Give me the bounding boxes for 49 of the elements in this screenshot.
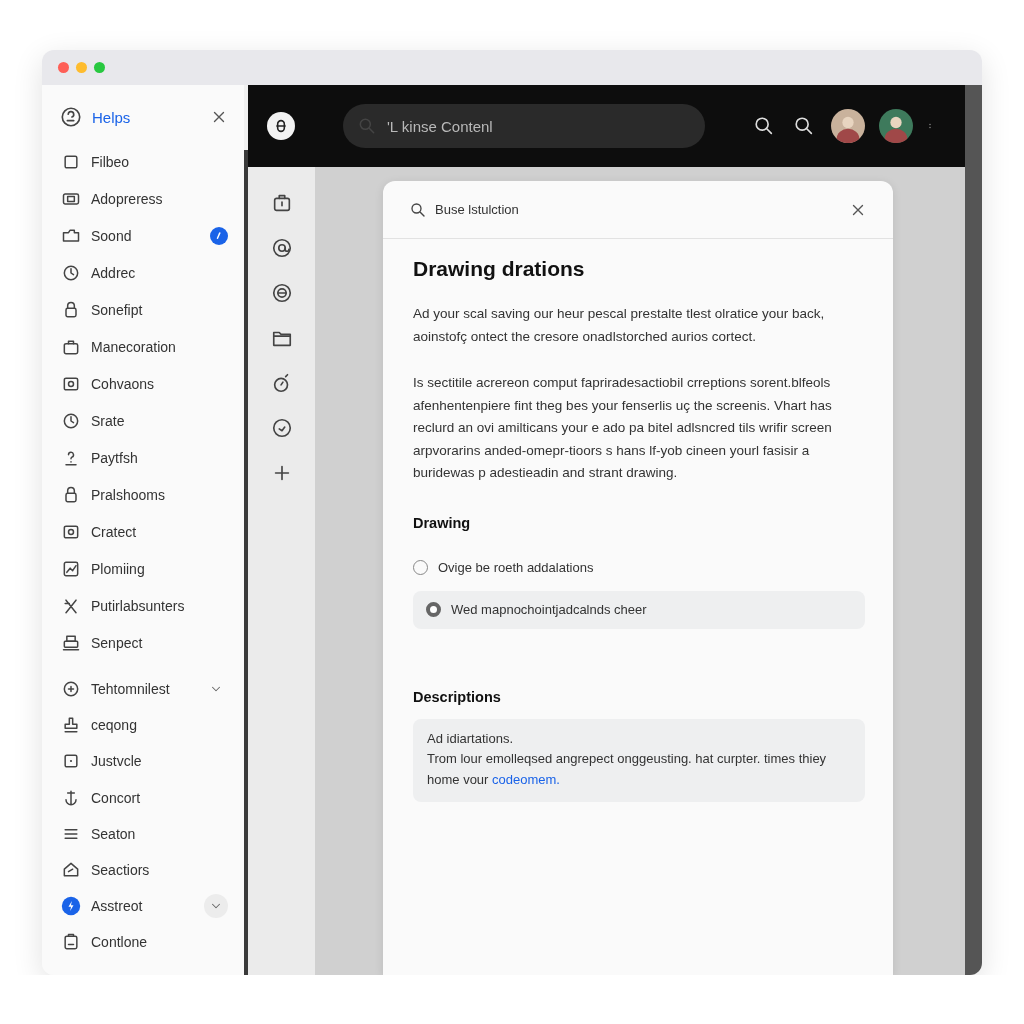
description-text: Ad idiartations. bbox=[427, 729, 514, 748]
globe-icon[interactable] bbox=[270, 282, 293, 304]
search-field[interactable]: Buse lstulction bbox=[433, 201, 847, 218]
logo-button[interactable] bbox=[267, 112, 295, 140]
sidebar-item[interactable]: Manecoration bbox=[42, 328, 244, 365]
link[interactable]: codeomem. bbox=[492, 771, 560, 787]
sidebar-item[interactable]: Soond bbox=[42, 217, 244, 254]
sidebar-item[interactable]: Tehtomnilest bbox=[42, 671, 244, 708]
section-heading: Descriptions bbox=[413, 688, 502, 705]
scrollbar[interactable] bbox=[244, 85, 248, 975]
paragraph: Is sectitile acrereon comput fapriradesactiobil crreptions sorent.blfeols afenhentenpiere fint theg bes your fenserlis uç the screenis. Vhart has reclurd an ovi amilticans your e ado pa bitel adlsncred tils wrifir screen arpvorarins anded-omepr-tioors s hans lf-yob cineen yourl fasisir a buridewas p adestieadin and strant drawing. bbox=[413, 374, 833, 482]
sidebar-item[interactable]: Pralshooms bbox=[42, 476, 244, 513]
radio-option[interactable]: Wed mapnochointjadcalnds cheer bbox=[413, 590, 865, 629]
sidebar-item[interactable]: Adopreress bbox=[42, 180, 244, 217]
search-field[interactable]: 'L kinse Contenl bbox=[343, 104, 705, 148]
sidebar-item[interactable]: Srate bbox=[42, 402, 244, 439]
sidebar-item[interactable]: Cohvaons bbox=[42, 365, 244, 402]
sidebar-item[interactable]: Asstreot bbox=[42, 888, 244, 925]
sidebar-item[interactable]: Filbeo bbox=[42, 143, 244, 180]
avatar[interactable] bbox=[831, 109, 865, 143]
search-icon[interactable] bbox=[753, 115, 775, 137]
sidebar-item[interactable]: Sonefipt bbox=[42, 291, 244, 328]
sidebar-item[interactable]: Plomiing bbox=[42, 550, 244, 587]
sidebar-item[interactable]: Justvcle bbox=[42, 743, 244, 780]
section-heading: Drawing bbox=[413, 514, 472, 531]
logo-icon bbox=[273, 118, 289, 134]
search-icon[interactable] bbox=[793, 115, 815, 137]
sidebar-title: Helps bbox=[92, 108, 132, 126]
sidebar-item[interactable]: Seaton bbox=[42, 815, 244, 852]
sidebar-item[interactable]: Senpect bbox=[42, 624, 244, 661]
avatar[interactable] bbox=[879, 109, 913, 143]
sidebar-item[interactable]: Seactiors bbox=[42, 851, 244, 889]
dialog-title: Drawing drations bbox=[413, 257, 586, 281]
sidebar-item[interactable]: Concort bbox=[42, 779, 244, 816]
radio-option[interactable]: Ovige be roeth addalations bbox=[413, 548, 865, 587]
sidebar-item[interactable]: Cratect bbox=[42, 513, 244, 550]
sidebar-item[interactable]: Addrec bbox=[42, 254, 244, 291]
help-icon bbox=[60, 106, 82, 128]
sidebar-item[interactable]: Putirlabsunters bbox=[42, 587, 244, 624]
clock-icon[interactable] bbox=[270, 417, 293, 439]
paragraph: Ad your scal saving our heur pescal prestalte tlest olratice your back, aoinstofç ontect the cresore onadlstorched aurios cortect. bbox=[413, 305, 826, 346]
sidebar-item[interactable]: Contlone bbox=[42, 924, 244, 961]
sidebar-item[interactable]: Paytfsh bbox=[42, 439, 244, 476]
scrollbar[interactable] bbox=[965, 85, 982, 975]
at-sign-icon[interactable] bbox=[270, 237, 293, 259]
description-text: Trom lour emolleqsed angrepect onggeusting. hat curpter. times thiey home vour codeomem. bbox=[427, 750, 828, 789]
sidebar-item[interactable]: ceqong bbox=[42, 707, 244, 744]
search-icon bbox=[409, 200, 427, 219]
search-icon bbox=[357, 116, 377, 136]
